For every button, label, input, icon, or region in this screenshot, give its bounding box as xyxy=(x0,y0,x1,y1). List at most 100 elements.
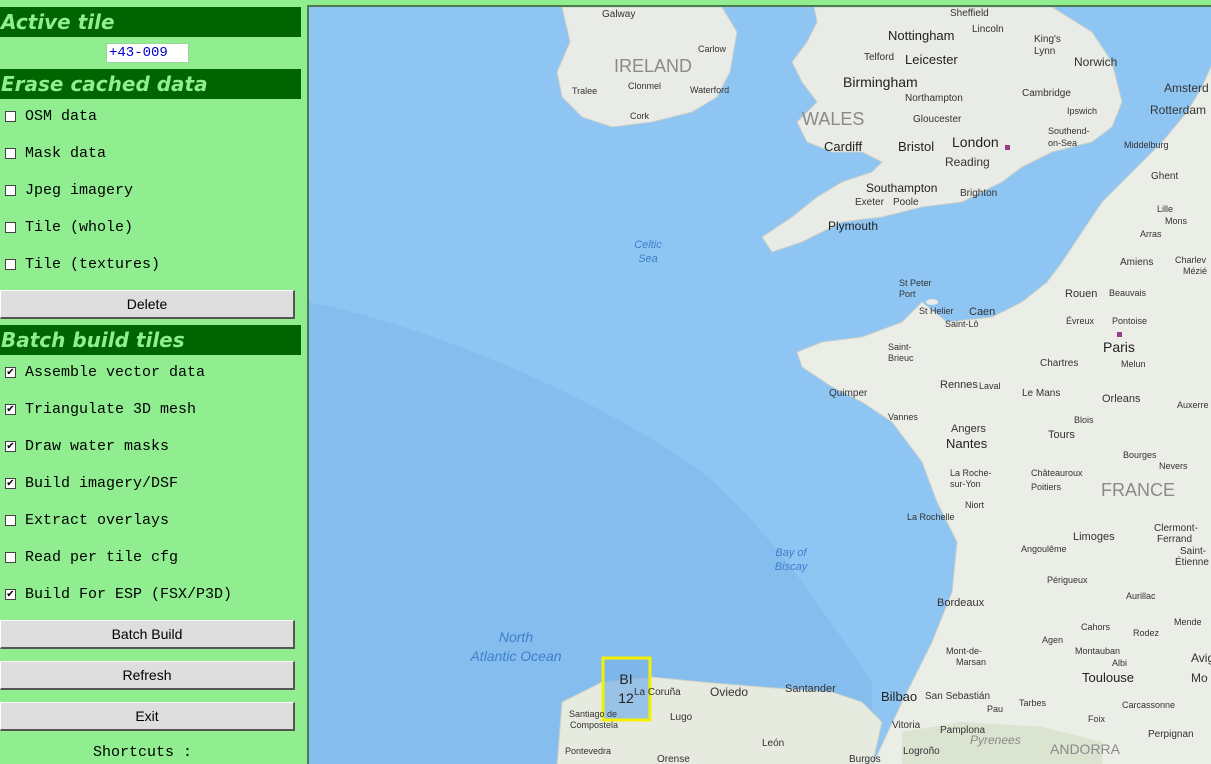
erase-label: OSM data xyxy=(25,108,98,125)
map-view[interactable]: BI 12 Celtic Sea Bay of Biscay North Atl… xyxy=(307,5,1211,764)
city-waterford: Waterford xyxy=(690,85,729,95)
city-arras: Arras xyxy=(1140,229,1162,239)
city-santiago: Santiago de xyxy=(569,709,617,719)
city-clermont: Clermont- xyxy=(1154,523,1198,534)
batch-label: Assemble vector data xyxy=(25,364,206,381)
city-agen: Agen xyxy=(1042,635,1063,645)
batch-checkbox[interactable] xyxy=(5,552,16,563)
erase-checkbox[interactable] xyxy=(5,185,16,196)
erase-label: Jpeg imagery xyxy=(25,182,134,199)
city-lille: Lille xyxy=(1157,204,1173,214)
city-lemans: Le Mans xyxy=(1022,388,1060,399)
city-plymouth: Plymouth xyxy=(828,219,878,233)
erase-checkbox[interactable] xyxy=(5,148,16,159)
city-rodez: Rodez xyxy=(1133,628,1160,638)
celtic-sea-label-2: Sea xyxy=(638,253,658,265)
erase-checkbox[interactable] xyxy=(5,259,16,270)
city-exeter: Exeter xyxy=(855,197,885,208)
city-cardiff: Cardiff xyxy=(824,139,862,154)
city-montdemarsan: Mont-de- xyxy=(946,646,982,656)
city-southend-2: on-Sea xyxy=(1048,138,1077,148)
city-brighton: Brighton xyxy=(960,188,997,199)
batch-option[interactable]: ✔ Assemble vector data xyxy=(5,363,295,383)
batch-option[interactable]: ✔ Draw water masks xyxy=(5,437,295,457)
wales-label: WALES xyxy=(802,109,864,129)
city-chateauroux: Châteauroux xyxy=(1031,468,1083,478)
erase-label: Tile (whole) xyxy=(25,219,134,236)
map-canvas[interactable]: BI 12 Celtic Sea Bay of Biscay North Atl… xyxy=(309,7,1211,764)
batch-checkbox[interactable]: ✔ xyxy=(5,441,16,452)
biscay-label-2: Biscay xyxy=(775,561,809,573)
city-leon: León xyxy=(762,738,784,749)
erase-option[interactable]: OSM data xyxy=(5,107,295,127)
city-cambridge: Cambridge xyxy=(1022,88,1071,99)
batch-checkbox[interactable] xyxy=(5,515,16,526)
shortcuts-label: Shortcuts : xyxy=(93,744,193,761)
city-oviedo: Oviedo xyxy=(710,685,748,699)
city-cahors: Cahors xyxy=(1081,622,1111,632)
city-albi: Albi xyxy=(1112,658,1127,668)
city-orleans: Orleans xyxy=(1102,393,1141,405)
city-sansebastian: San Sebastián xyxy=(925,691,990,702)
batch-label: Read per tile cfg xyxy=(25,549,179,566)
city-stbrieuc: Saint- xyxy=(888,342,912,352)
batch-option[interactable]: Read per tile cfg xyxy=(5,548,295,568)
batch-checkbox[interactable]: ✔ xyxy=(5,367,16,378)
france-label: FRANCE xyxy=(1101,480,1175,500)
erase-option[interactable]: Mask data xyxy=(5,144,295,164)
batch-option[interactable]: ✔ Build imagery/DSF xyxy=(5,474,295,494)
city-clonmel: Clonmel xyxy=(628,81,661,91)
batch-build-button[interactable]: Batch Build xyxy=(0,620,295,649)
erase-checkbox[interactable] xyxy=(5,111,16,122)
erase-option[interactable]: Tile (whole) xyxy=(5,218,295,238)
city-mons: Mons xyxy=(1165,216,1188,226)
batch-option[interactable]: ✔ Build For ESP (FSX/P3D) xyxy=(5,585,295,605)
city-galway: Galway xyxy=(602,9,635,20)
refresh-button[interactable]: Refresh xyxy=(0,661,295,690)
city-beauvais: Beauvais xyxy=(1109,288,1147,298)
exit-button[interactable]: Exit xyxy=(0,702,295,731)
city-niort: Niort xyxy=(965,500,985,510)
city-charleville: Charlev xyxy=(1175,255,1207,265)
city-avig: Avig xyxy=(1191,651,1211,665)
city-poitiers: Poitiers xyxy=(1031,482,1062,492)
city-pontevedra: Pontevedra xyxy=(565,746,611,756)
city-paris: Paris xyxy=(1103,339,1135,355)
batch-checkbox[interactable]: ✔ xyxy=(5,589,16,600)
city-montauban: Montauban xyxy=(1075,646,1120,656)
active-tile-field[interactable]: +43-009 xyxy=(106,43,189,63)
city-sheffield: Sheffield xyxy=(950,8,989,19)
erase-label: Mask data xyxy=(25,145,107,162)
city-norwich: Norwich xyxy=(1074,55,1117,69)
batch-label: Draw water masks xyxy=(25,438,170,455)
city-carcassonne: Carcassonne xyxy=(1122,700,1175,710)
celtic-sea-label: Celtic xyxy=(634,239,662,251)
city-santiago-2: Compostela xyxy=(570,720,618,730)
city-poole: Poole xyxy=(893,197,919,208)
delete-button[interactable]: Delete xyxy=(0,290,295,319)
batch-option[interactable]: ✔ Triangulate 3D mesh xyxy=(5,400,295,420)
city-foix: Foix xyxy=(1088,714,1106,724)
batch-label: Triangulate 3D mesh xyxy=(25,401,197,418)
city-ghent: Ghent xyxy=(1151,171,1178,182)
city-logrono: Logroño xyxy=(903,746,940,757)
batch-checkbox[interactable]: ✔ xyxy=(5,478,16,489)
batch-checkbox[interactable]: ✔ xyxy=(5,404,16,415)
city-burgos: Burgos xyxy=(849,754,881,764)
city-nevers: Nevers xyxy=(1159,461,1188,471)
erase-checkbox[interactable] xyxy=(5,222,16,233)
city-carlow: Carlow xyxy=(698,44,727,54)
batch-option[interactable]: Extract overlays xyxy=(5,511,295,531)
city-pau: Pau xyxy=(987,704,1003,714)
city-pontoise: Pontoise xyxy=(1112,316,1147,326)
erase-label: Tile (textures) xyxy=(25,256,161,273)
erase-option[interactable]: Tile (textures) xyxy=(5,255,295,275)
erase-option[interactable]: Jpeg imagery xyxy=(5,181,295,201)
city-bristol: Bristol xyxy=(898,139,934,154)
city-tarbes: Tarbes xyxy=(1019,698,1047,708)
city-perigueux: Périgueux xyxy=(1047,575,1088,585)
batch-label: Extract overlays xyxy=(25,512,170,529)
city-lugo: Lugo xyxy=(670,712,693,723)
atlantic-label-2: Atlantic Ocean xyxy=(469,648,561,664)
city-stbrieuc-2: Brieuc xyxy=(888,353,914,363)
